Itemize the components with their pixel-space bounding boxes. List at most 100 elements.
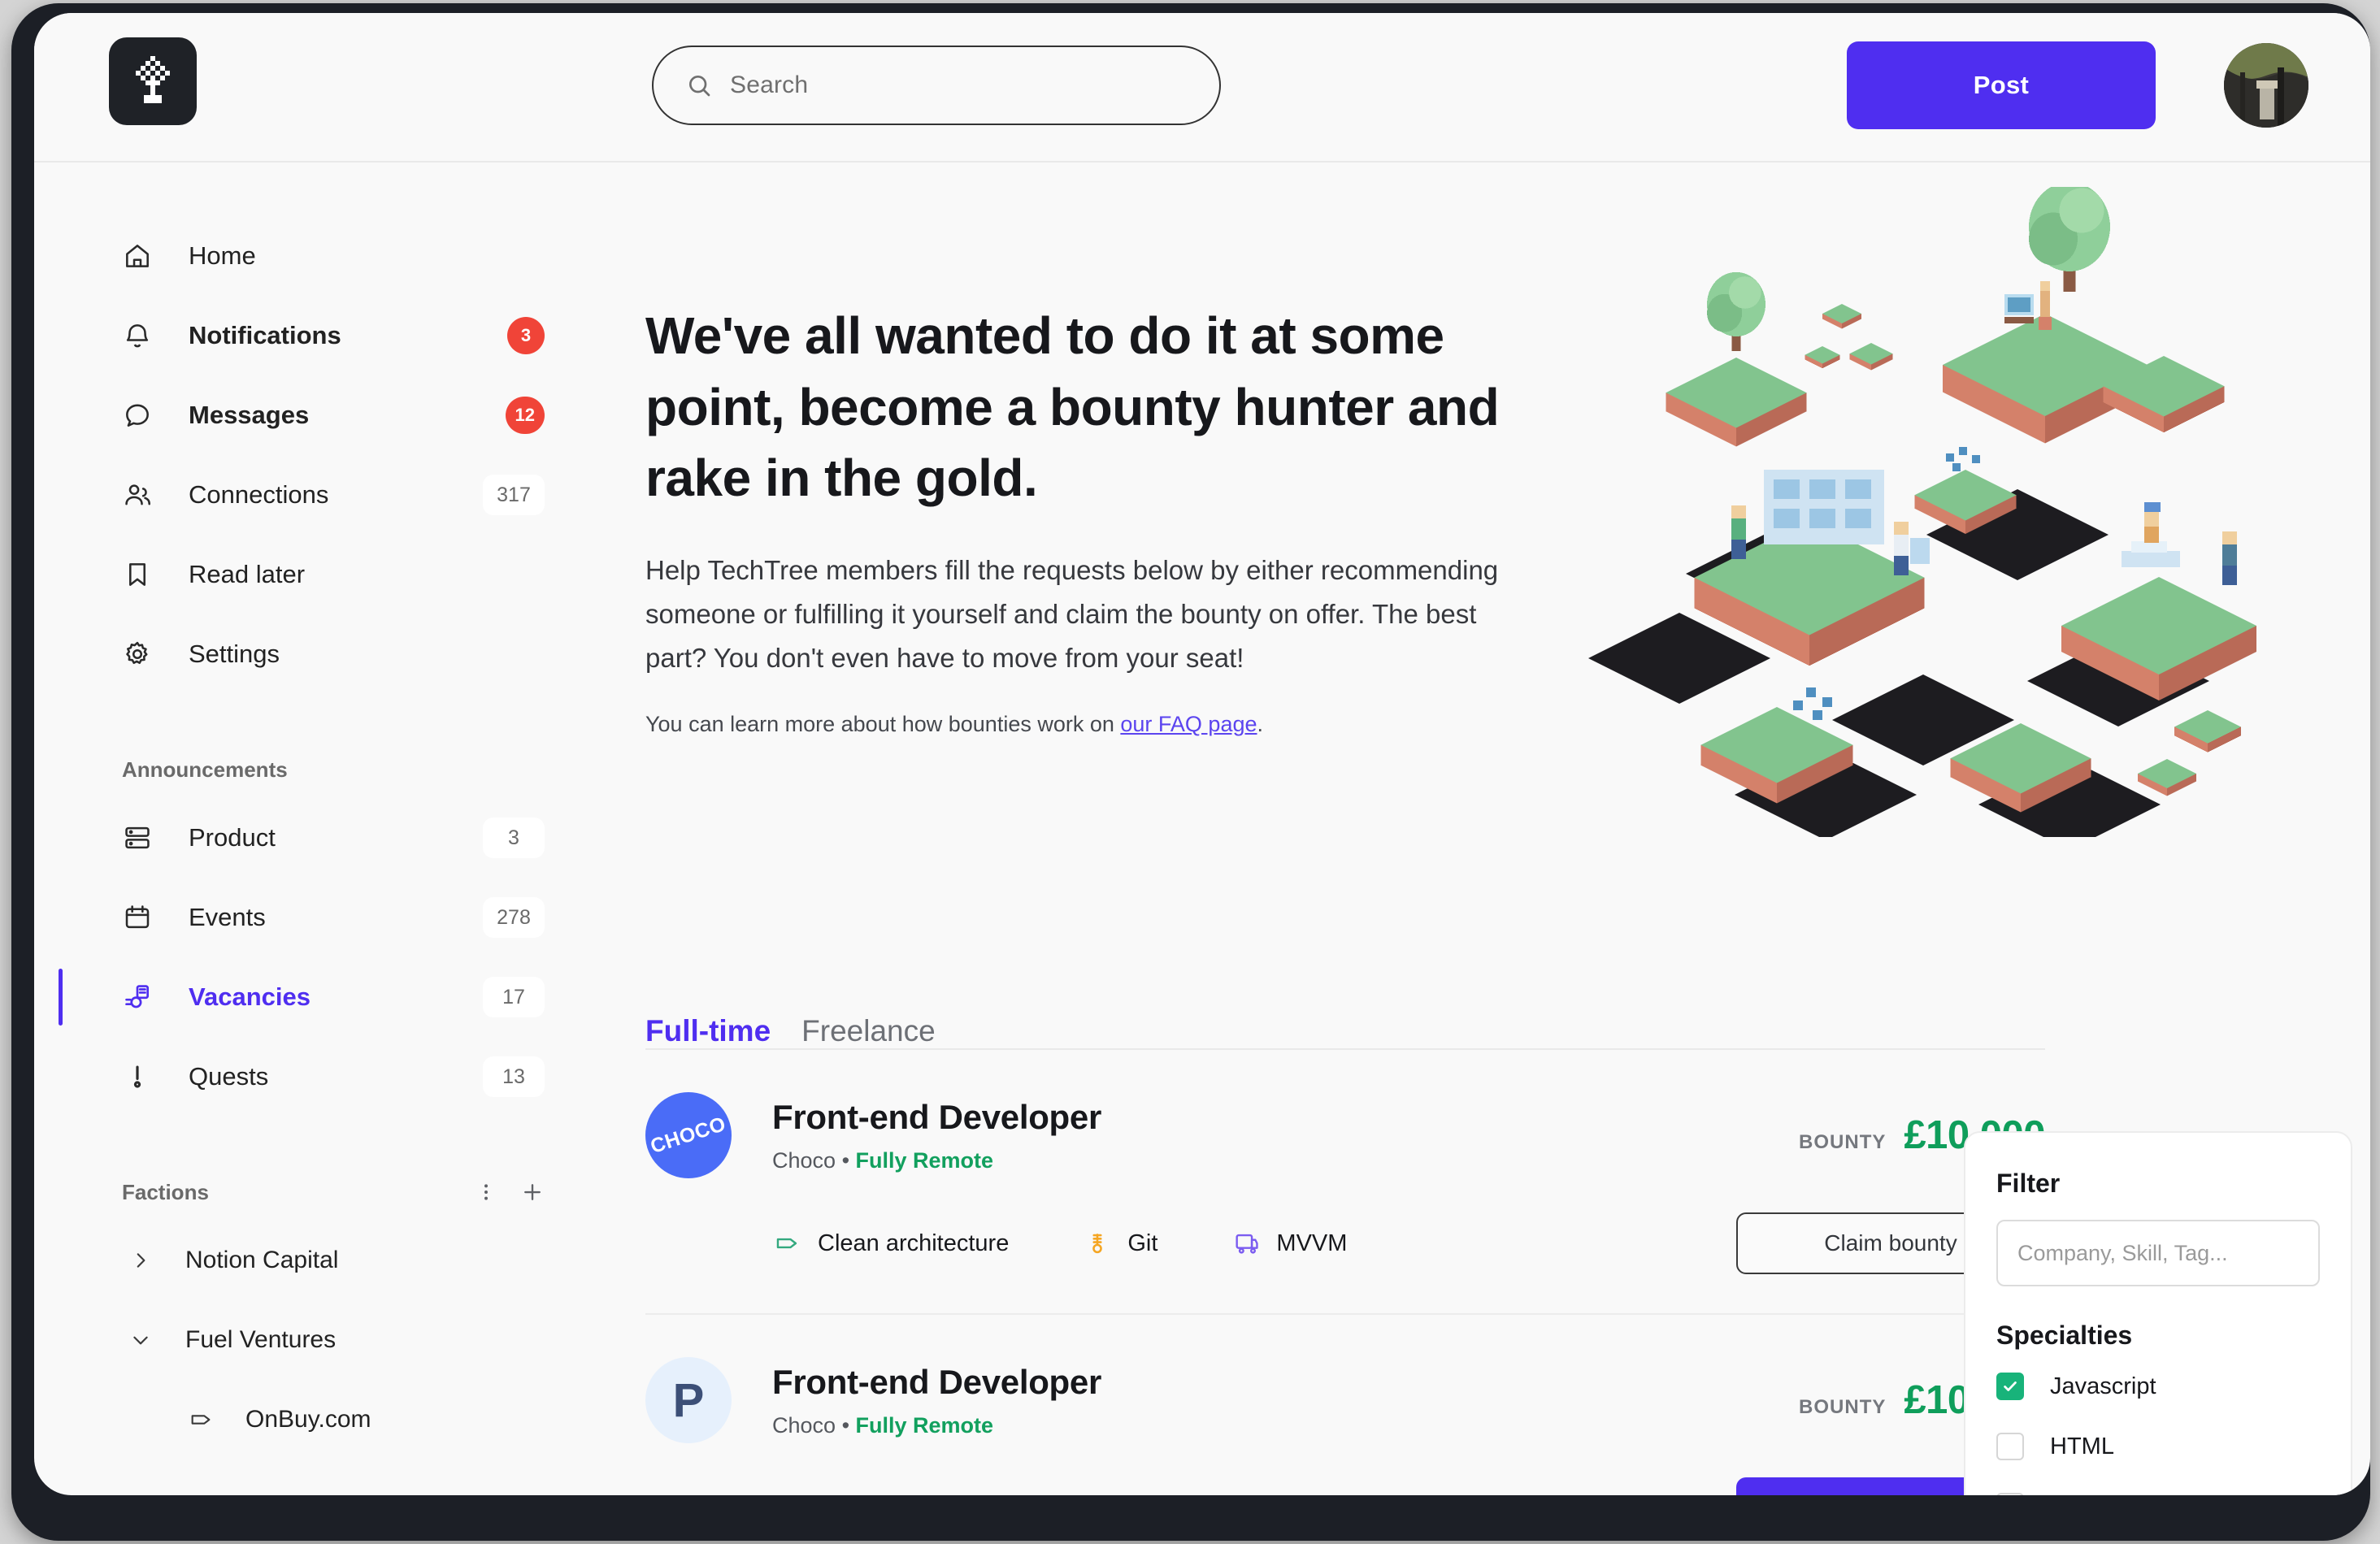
messages-badge: 12 xyxy=(505,397,545,434)
product-count: 3 xyxy=(483,818,545,858)
sidebar-item-connections[interactable]: Connections 317 xyxy=(34,455,603,535)
hero-paragraph: Help TechTree members fill the requests … xyxy=(645,555,1499,673)
skill-tag-label: Clean architecture xyxy=(818,1230,1010,1256)
hero-section: We've all wanted to do it at some point,… xyxy=(603,163,2370,975)
sidebar-item-messages[interactable]: Messages 12 xyxy=(34,375,603,455)
faction-label: Notion Capital xyxy=(185,1247,339,1273)
faq-link[interactable]: our FAQ page xyxy=(1120,712,1257,736)
page-title: We've all wanted to do it at some point,… xyxy=(645,306,1500,508)
gear-icon xyxy=(122,639,156,670)
listing-row[interactable]: P Front-end Developer Choco • Fully Remo… xyxy=(645,1315,2045,1495)
factions-title: Factions xyxy=(122,1179,209,1204)
connections-badge: 317 xyxy=(483,475,545,515)
vacancies-count: 17 xyxy=(483,977,545,1017)
filter-search-input[interactable] xyxy=(1996,1220,2320,1286)
post-button[interactable]: Post xyxy=(1847,41,2156,129)
sidebar-item-home[interactable]: Home xyxy=(34,216,603,296)
faction-notion-capital[interactable]: Notion Capital xyxy=(34,1221,603,1300)
tab-freelance[interactable]: Freelance xyxy=(801,1014,936,1048)
pixel-tree-logo[interactable] xyxy=(109,37,197,125)
search-input[interactable]: Search xyxy=(652,46,1221,125)
tag-icon xyxy=(189,1407,218,1433)
bell-icon xyxy=(122,320,156,351)
sidebar-item-quests[interactable]: Quests 13 xyxy=(34,1037,603,1117)
listing-tabs: Full-time Freelance xyxy=(645,975,2370,1048)
people-icon xyxy=(122,479,156,510)
chat-bubble-icon xyxy=(122,400,156,431)
bounty-label: BOUNTY xyxy=(1799,1396,1887,1418)
job-subtitle: Choco • Fully Remote xyxy=(772,1413,1101,1438)
company-name: Choco xyxy=(772,1412,836,1438)
sidebar-item-label: Quests xyxy=(189,1062,269,1091)
faction-child-label: OnBuy.com xyxy=(245,1406,371,1433)
specialty-html[interactable]: HTML xyxy=(1996,1422,2320,1471)
sidebar-item-label: Read later xyxy=(189,560,306,588)
faction-child-onbuy[interactable]: OnBuy.com xyxy=(34,1380,603,1459)
home-icon xyxy=(122,241,156,271)
listing-row[interactable]: CHOCO Front-end Developer Choco • Fully … xyxy=(645,1050,2045,1315)
remote-badge: Fully Remote xyxy=(855,1147,994,1173)
git-icon xyxy=(1084,1230,1111,1257)
more-options-icon[interactable] xyxy=(475,1181,497,1204)
specialty-label: HTML xyxy=(2050,1433,2114,1459)
search-icon xyxy=(686,72,712,98)
job-title: Front-end Developer xyxy=(772,1362,1102,1401)
checkbox-checked-icon[interactable] xyxy=(1996,1373,2024,1400)
company-name: Choco xyxy=(772,1147,836,1173)
announcements-title: Announcements xyxy=(122,757,288,782)
mvvm-icon xyxy=(1232,1230,1260,1257)
sidebar-item-label: Connections xyxy=(189,480,329,509)
company-logo-text: CHOCO xyxy=(648,1112,729,1158)
sidebar-item-events[interactable]: Events 278 xyxy=(34,878,603,957)
specialties-title: Specialties xyxy=(1996,1321,2133,1350)
device-bezel: Search Post Home Notifications 3 Message… xyxy=(11,3,2370,1541)
sidebar-item-label: Vacancies xyxy=(189,982,311,1011)
avatar[interactable] xyxy=(2224,43,2308,128)
calendar-icon xyxy=(122,902,156,933)
sidebar: Home Notifications 3 Messages 12 Connect… xyxy=(34,163,603,1495)
isometric-pixel-art-islands xyxy=(1582,187,2330,837)
sidebar-item-notifications[interactable]: Notifications 3 xyxy=(34,296,603,375)
remote-badge: Fully Remote xyxy=(855,1412,994,1438)
listings: CHOCO Front-end Developer Choco • Fully … xyxy=(645,1050,2045,1495)
specialty-javascript[interactable]: Javascript xyxy=(1996,1362,2320,1411)
chevron-right-icon xyxy=(130,1250,159,1271)
events-count: 278 xyxy=(483,897,545,938)
sidebar-item-label: Home xyxy=(189,241,256,270)
checkbox-icon[interactable] xyxy=(1996,1433,2024,1460)
checkbox-icon[interactable] xyxy=(1996,1493,2024,1495)
company-logo-text: P xyxy=(672,1373,705,1427)
filter-panel: Filter Specialties Javascript HTML PHP xyxy=(1964,1131,2352,1495)
subtitle-separator: • xyxy=(841,1412,850,1438)
skill-tag[interactable]: Clean architecture xyxy=(774,1230,1009,1257)
specialty-php[interactable]: PHP xyxy=(1996,1482,2320,1495)
skill-tag-label: MVVM xyxy=(1276,1230,1348,1256)
sidebar-item-product[interactable]: Product 3 xyxy=(34,798,603,878)
exclamation-icon xyxy=(122,1061,156,1092)
skill-tag[interactable]: Git xyxy=(1084,1230,1157,1257)
company-logo: P xyxy=(645,1357,732,1443)
sidebar-item-label: Product xyxy=(189,823,276,852)
tab-full-time[interactable]: Full-time xyxy=(645,1014,771,1048)
bounty-label: BOUNTY xyxy=(1799,1131,1887,1153)
subtitle-separator: • xyxy=(841,1147,850,1173)
faction-fuel-ventures[interactable]: Fuel Ventures xyxy=(34,1300,603,1380)
search-placeholder: Search xyxy=(730,72,809,98)
skill-tag-label: Git xyxy=(1127,1230,1158,1256)
sidebar-item-vacancies[interactable]: Vacancies 17 xyxy=(34,957,603,1037)
filter-title: Filter xyxy=(1996,1169,2061,1198)
notifications-badge: 3 xyxy=(507,317,545,354)
bookmark-icon xyxy=(122,559,156,590)
faction-label: Fuel Ventures xyxy=(185,1326,337,1353)
plus-icon[interactable] xyxy=(520,1180,545,1204)
sidebar-item-label: Messages xyxy=(189,401,310,429)
skill-tag[interactable]: MVVM xyxy=(1232,1230,1347,1257)
app-body: Home Notifications 3 Messages 12 Connect… xyxy=(34,163,2370,1495)
main-content: We've all wanted to do it at some point,… xyxy=(603,163,2370,1495)
announcements-section-header: Announcements xyxy=(34,741,603,798)
sidebar-item-read-later[interactable]: Read later xyxy=(34,535,603,614)
skill-tag[interactable] xyxy=(774,1494,818,1495)
company-logo: CHOCO xyxy=(645,1092,732,1178)
sidebar-item-settings[interactable]: Settings xyxy=(34,614,603,694)
quests-count: 13 xyxy=(483,1056,545,1097)
